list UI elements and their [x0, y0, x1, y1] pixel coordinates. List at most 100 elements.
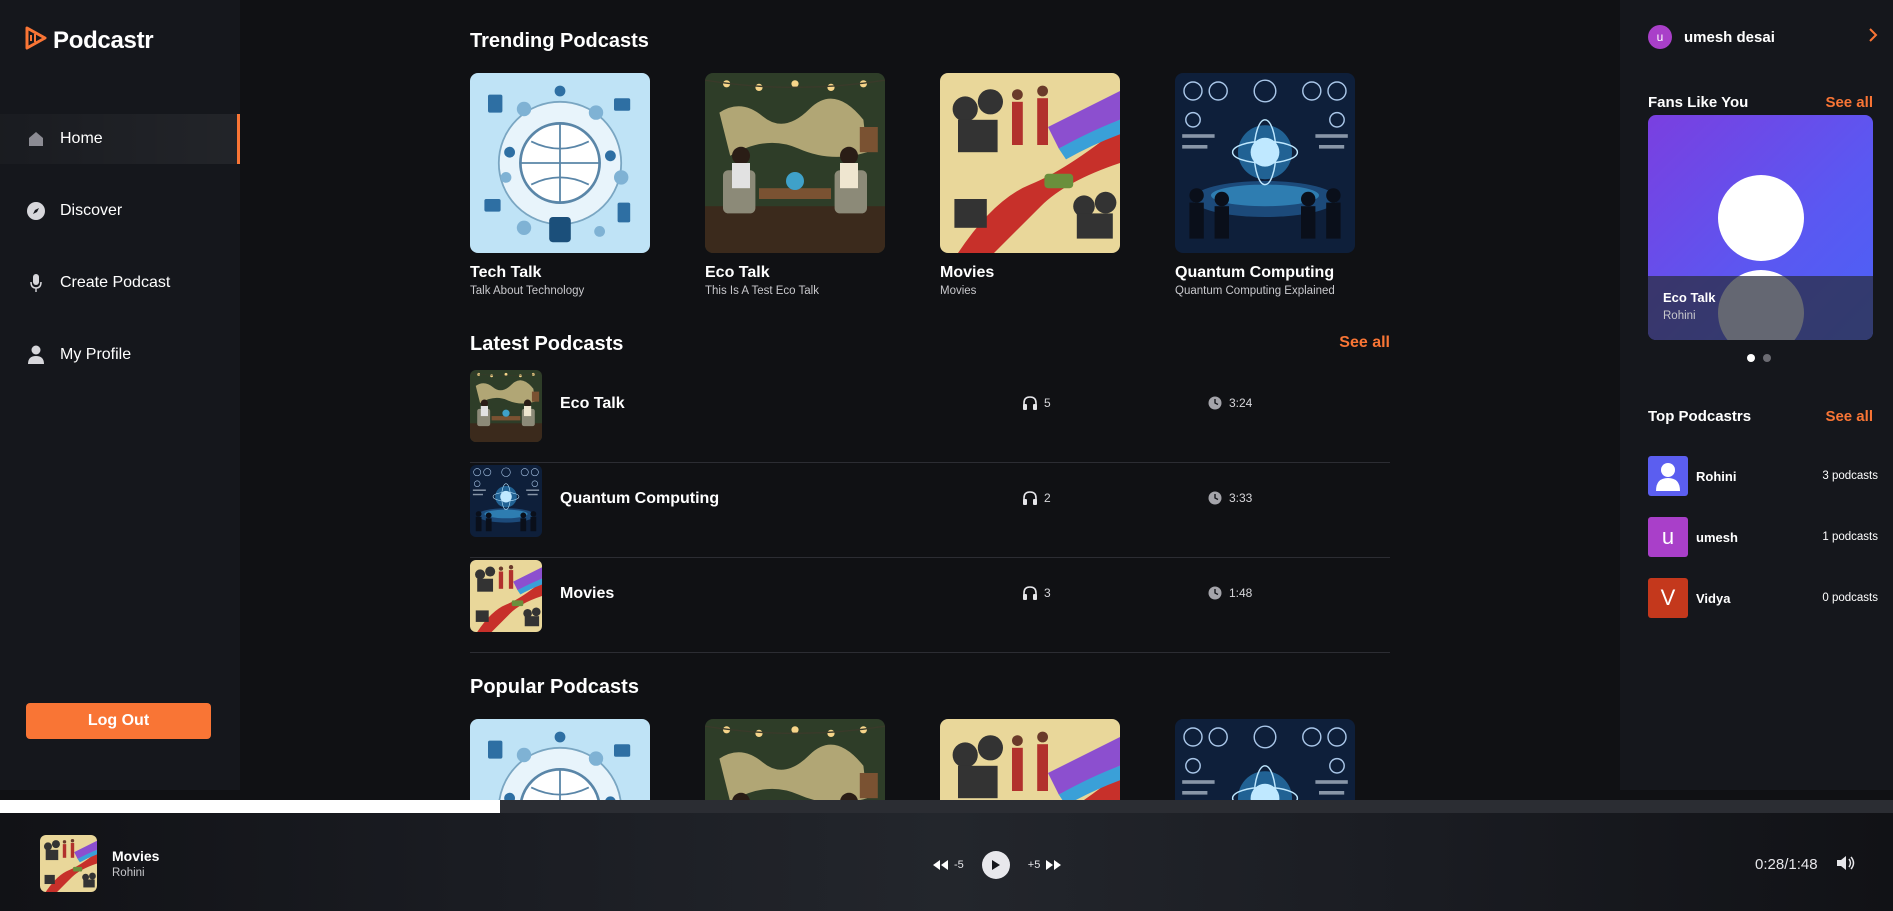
app-name: Podcastr	[53, 26, 154, 54]
podcastr-logo-icon	[25, 26, 47, 55]
top-podcastr-name: Rohini	[1696, 468, 1737, 484]
avatar	[1648, 456, 1688, 496]
podcast-count: 3 podcasts	[1822, 470, 1878, 482]
listen-count-value: 5	[1044, 396, 1051, 410]
carousel-dot[interactable]	[1747, 354, 1755, 362]
nav-item-my-profile[interactable]: My Profile	[0, 330, 240, 380]
nav-label: Create Podcast	[60, 274, 171, 291]
volume-button[interactable]	[1836, 855, 1856, 876]
playback-progress-fill	[0, 800, 500, 813]
podcast-description: This Is A Test Eco Talk	[705, 285, 819, 297]
nav-item-create-podcast[interactable]: Create Podcast	[0, 258, 240, 308]
latest-row[interactable]: Eco Talk 5 3:24	[470, 368, 1390, 463]
fan-avatar-placeholder	[1718, 175, 1804, 261]
fan-podcast-title: Eco Talk	[1663, 290, 1716, 305]
podcast-count: 1 podcasts	[1822, 531, 1878, 543]
right-sidebar: u umesh desai Fans Like You See all Eco …	[1620, 0, 1893, 790]
top-podcastr-name: Vidya	[1696, 590, 1731, 606]
app-logo[interactable]: Podcastr	[25, 26, 154, 55]
latest-row[interactable]: Movies 3 1:48	[470, 558, 1390, 653]
duration: 3:24	[1208, 396, 1252, 410]
podcast-name: Movies	[560, 585, 615, 602]
rewind-button[interactable]: -5	[932, 859, 964, 871]
left-sidebar: Podcastr Home Discover Create Podcast My…	[0, 0, 240, 790]
top-podcastrs-title: Top Podcastrs	[1648, 408, 1752, 425]
podcast-title: Tech Talk	[470, 264, 542, 281]
now-playing-author: Rohini	[112, 867, 145, 879]
podcast-card[interactable]	[940, 719, 1120, 800]
audio-player: Movies Rohini -5 +5 0:28/1:48	[0, 813, 1893, 911]
podcast-thumbnail	[470, 370, 542, 442]
nav-label: My Profile	[60, 346, 132, 363]
podcast-card[interactable]	[1175, 719, 1355, 800]
main-content: Trending Podcasts Tech Talk Talk About T…	[470, 0, 1390, 800]
user-name: umesh desai	[1684, 28, 1775, 46]
podcast-card[interactable]	[470, 719, 650, 800]
podcast-card[interactable]	[705, 719, 885, 800]
podcast-name: Eco Talk	[560, 395, 625, 412]
podcast-thumbnail	[470, 560, 542, 632]
podcast-thumbnail	[470, 465, 542, 537]
duration-value: 3:33	[1229, 491, 1253, 505]
podcast-cover	[940, 719, 1120, 800]
avatar: u	[1648, 517, 1688, 557]
podcast-card[interactable]: Eco Talk This Is A Test Eco Talk	[705, 73, 885, 297]
podcast-cover	[1175, 73, 1355, 253]
carousel-dots	[1747, 354, 1771, 362]
popular-list	[470, 719, 1355, 800]
listen-count-value: 2	[1044, 491, 1051, 505]
trending-list: Tech Talk Talk About Technology Eco Talk…	[470, 73, 1355, 297]
fans-see-all-link[interactable]: See all	[1825, 94, 1873, 111]
podcast-cover	[705, 73, 885, 253]
duration-value: 1:48	[1229, 586, 1253, 600]
play-pause-button[interactable]	[981, 851, 1010, 879]
fan-podcast-card[interactable]: Eco Talk Rohini	[1648, 115, 1873, 340]
fans-like-you-title: Fans Like You	[1648, 94, 1749, 111]
latest-row[interactable]: Quantum Computing 2 3:33	[470, 463, 1390, 558]
trending-title: Trending Podcasts	[470, 30, 649, 52]
now-playing-thumbnail[interactable]	[40, 835, 97, 892]
now-playing-title: Movies	[112, 848, 160, 864]
avatar: u	[1648, 25, 1672, 49]
home-icon	[26, 129, 46, 149]
nav-item-discover[interactable]: Discover	[0, 186, 240, 236]
podcast-cover	[940, 73, 1120, 253]
listen-count: 3	[1022, 586, 1051, 600]
player-controls: -5 +5	[932, 851, 1062, 879]
podcast-description: Movies	[940, 285, 977, 297]
nav-label: Home	[60, 130, 103, 147]
top-podcastr-row[interactable]: u umesh 1 podcasts	[1648, 517, 1878, 557]
latest-see-all-link[interactable]: See all	[1339, 334, 1390, 352]
podcast-cover	[705, 719, 885, 800]
top-podcastr-name: umesh	[1696, 529, 1738, 545]
playback-time: 0:28/1:48	[1755, 856, 1818, 873]
avatar: V	[1648, 578, 1688, 618]
chevron-right-icon	[1868, 27, 1878, 48]
fan-podcast-author: Rohini	[1663, 310, 1696, 322]
compass-icon	[26, 201, 46, 221]
headphones-icon	[1023, 586, 1037, 600]
top-podcastrs-see-all-link[interactable]: See all	[1825, 408, 1873, 425]
forward-button[interactable]: +5	[1028, 859, 1063, 871]
popular-title: Popular Podcasts	[470, 676, 639, 698]
carousel-dot[interactable]	[1763, 354, 1771, 362]
playback-progress-bar[interactable]	[0, 800, 1893, 813]
top-podcastr-row[interactable]: V Vidya 0 podcasts	[1648, 578, 1878, 618]
forward-label: +5	[1027, 859, 1041, 871]
fan-card-overlay	[1648, 276, 1873, 340]
top-podcastr-row[interactable]: Rohini 3 podcasts	[1648, 456, 1878, 496]
podcast-title: Movies	[940, 264, 995, 281]
nav-label: Discover	[60, 202, 123, 219]
user-profile-link[interactable]: u umesh desai	[1648, 25, 1878, 49]
podcast-card[interactable]: Movies Movies	[940, 73, 1120, 297]
speaker-icon	[1837, 856, 1855, 870]
podcast-card[interactable]: Quantum Computing Quantum Computing Expl…	[1175, 73, 1355, 297]
duration: 3:33	[1208, 491, 1252, 505]
nav-item-home[interactable]: Home	[0, 114, 240, 164]
user-icon	[26, 345, 46, 365]
rewind-icon	[933, 860, 948, 870]
logout-button[interactable]: Log Out	[26, 703, 211, 739]
duration-value: 3:24	[1229, 396, 1253, 410]
podcast-cover	[1175, 719, 1355, 800]
podcast-card[interactable]: Tech Talk Talk About Technology	[470, 73, 650, 297]
